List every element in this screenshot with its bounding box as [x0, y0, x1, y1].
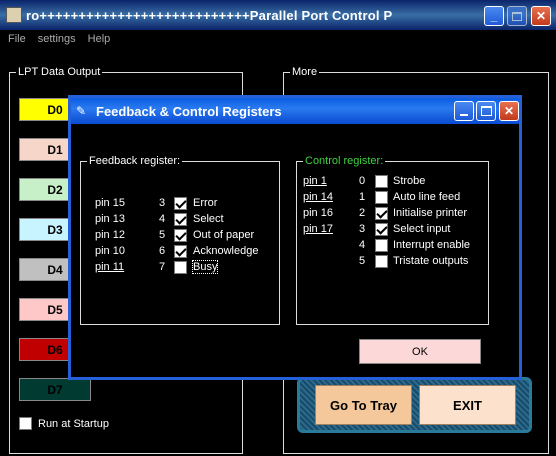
menu-help[interactable]: Help — [88, 33, 111, 45]
control-register-label: Control register: — [303, 155, 386, 167]
feedback-register-label: Feedback register: — [87, 155, 183, 167]
run-at-startup-checkbox[interactable] — [19, 417, 32, 430]
run-at-startup-option[interactable]: Run at Startup — [19, 417, 109, 430]
error-label: Error — [193, 197, 218, 209]
control-row: 4 Interrupt enable — [303, 237, 470, 253]
interrupt-enable-checkbox[interactable] — [375, 238, 388, 252]
more-label: More — [290, 66, 320, 78]
dialog-titlebar[interactable]: ✎ Feedback & Control Registers ✕ — [71, 98, 519, 124]
dialog-minimize-button[interactable] — [454, 101, 474, 121]
tristate-outputs-label: Tristate outputs — [393, 255, 469, 267]
bit-label: 2 — [359, 207, 366, 219]
out-of-paper-label: Out of paper — [193, 229, 255, 241]
select-input-checkbox[interactable] — [375, 222, 388, 236]
exit-button[interactable]: EXIT — [419, 385, 516, 425]
menu-settings[interactable]: settings — [38, 33, 76, 45]
strobe-checkbox[interactable] — [375, 174, 388, 188]
dialog-maximize-button[interactable] — [476, 101, 496, 121]
pin-label: pin 1 — [303, 175, 327, 187]
close-button[interactable]: ✕ — [531, 6, 551, 26]
main-titlebar[interactable]: ro+++++++++++++++++++++++++++Parallel Po… — [0, 0, 556, 30]
bit-label: 4 — [159, 213, 166, 225]
pin-label: pin 16 — [303, 207, 333, 219]
pin-label: pin 10 — [95, 245, 125, 257]
minimize-button[interactable]: _ — [484, 6, 504, 26]
pin-label: pin 14 — [303, 191, 333, 203]
select-input-label: Select input — [393, 223, 451, 235]
pin-label: pin 11 — [95, 261, 125, 273]
control-row: 5 Tristate outputs — [303, 253, 468, 269]
app-icon — [6, 7, 22, 23]
bit-label: 5 — [359, 255, 366, 267]
select-checkbox[interactable] — [174, 212, 187, 226]
control-row: pin 17 3 Select input — [303, 221, 450, 237]
control-row: pin 14 1 Auto line feed — [303, 189, 460, 205]
feedback-row: pin 12 5 Out of paper — [95, 227, 254, 243]
tristate-outputs-checkbox[interactable] — [375, 254, 388, 268]
dialog-close-button[interactable]: ✕ — [499, 101, 519, 121]
feedback-row: pin 10 6 Acknowledge — [95, 243, 258, 259]
bit-label: 1 — [359, 191, 366, 203]
bit-label: 4 — [359, 239, 366, 251]
acknowledge-label: Acknowledge — [193, 245, 259, 257]
strobe-label: Strobe — [393, 175, 426, 187]
control-row: pin 16 2 Initialise printer — [303, 205, 467, 221]
pin-label: pin 17 — [303, 223, 333, 235]
control-row: pin 1 0 Strobe — [303, 173, 425, 189]
dialog-close-icon: ✕ — [503, 104, 515, 118]
dialog-maximize-icon — [480, 106, 492, 116]
auto-line-feed-checkbox[interactable] — [375, 190, 388, 204]
d7-button[interactable]: D7 — [19, 378, 91, 401]
bit-label: 3 — [159, 197, 166, 209]
bit-label: 5 — [159, 229, 166, 241]
bit-label: 6 — [159, 245, 166, 257]
out-of-paper-checkbox[interactable] — [174, 228, 187, 242]
bit-label: 3 — [359, 223, 366, 235]
maximize-button[interactable] — [507, 6, 527, 26]
dialog-app-icon: ✎ — [76, 104, 87, 118]
bit-label: 7 — [159, 261, 166, 273]
auto-line-feed-label: Auto line feed — [393, 191, 461, 203]
menu-file[interactable]: File — [8, 33, 26, 45]
dialog-title: Feedback & Control Registers — [96, 103, 282, 119]
run-at-startup-label: Run at Startup — [38, 417, 109, 430]
feedback-row: pin 15 3 Error — [95, 195, 217, 211]
maximize-icon — [512, 11, 522, 21]
main-window-title: ro+++++++++++++++++++++++++++Parallel Po… — [26, 7, 393, 23]
lpt-output-label: LPT Data Output — [16, 66, 103, 78]
initialise-printer-checkbox[interactable] — [375, 206, 388, 220]
busy-checkbox[interactable] — [174, 260, 187, 274]
pin-label: pin 13 — [95, 213, 125, 225]
close-icon: ✕ — [535, 9, 547, 23]
ok-button[interactable]: OK — [359, 339, 481, 364]
feedback-row: pin 11 7 Busy — [95, 259, 219, 275]
feedback-control-dialog: ✎ Feedback & Control Registers ✕ Feedbac… — [68, 95, 522, 380]
interrupt-enable-label: Interrupt enable — [393, 239, 471, 251]
feedback-row: pin 13 4 Select — [95, 211, 224, 227]
acknowledge-checkbox[interactable] — [174, 244, 187, 258]
busy-label: Busy — [191, 260, 219, 274]
select-label: Select — [193, 213, 224, 225]
pin-label: pin 12 — [95, 229, 125, 241]
go-to-tray-button[interactable]: Go To Tray — [315, 385, 412, 425]
initialise-printer-label: Initialise printer — [393, 207, 467, 219]
error-checkbox[interactable] — [174, 196, 187, 210]
bit-label: 0 — [359, 175, 366, 187]
minimize-icon: _ — [490, 9, 498, 23]
pin-label: pin 15 — [95, 197, 125, 209]
menu-bar: File settings Help — [0, 30, 556, 48]
dialog-minimize-icon — [460, 114, 468, 116]
